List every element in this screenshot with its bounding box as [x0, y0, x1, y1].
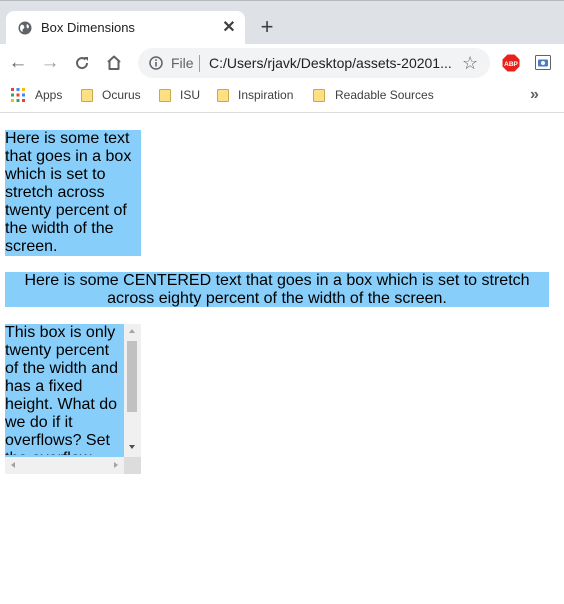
- bookmark-readable-sources[interactable]: Readable Sources: [313, 88, 438, 106]
- scroll-left-icon[interactable]: [11, 462, 15, 468]
- omnibox-divider: [199, 55, 200, 72]
- scroll-overflow-box[interactable]: This box is only twenty percent of the w…: [5, 324, 141, 474]
- folder-icon: [217, 89, 229, 102]
- bookmark-isu[interactable]: ISU: [159, 88, 204, 106]
- forward-arrow-icon[interactable]: →: [39, 52, 61, 74]
- folder-icon: [159, 89, 171, 102]
- scroll-up-icon[interactable]: [129, 329, 135, 333]
- horizontal-scrollbar[interactable]: [5, 457, 124, 474]
- url-text[interactable]: C:/Users/rjavk/Desktop/assets-20201...: [209, 55, 452, 71]
- browser-tab[interactable]: Box Dimensions ✕: [6, 11, 245, 45]
- twenty-percent-box: Here is some text that goes in a box whi…: [5, 130, 141, 256]
- scroll-right-icon[interactable]: [114, 462, 118, 468]
- bookmark-label: ISU: [180, 88, 201, 102]
- scroll-down-icon[interactable]: [129, 445, 135, 449]
- home-icon[interactable]: [105, 54, 123, 72]
- folder-icon: [313, 89, 325, 102]
- apps-grid-icon: [11, 88, 25, 102]
- tab-strip: Box Dimensions ✕ +: [0, 0, 564, 45]
- scrollbar-corner: [124, 457, 141, 474]
- bookmark-label: Apps: [35, 88, 63, 102]
- vertical-scrollbar[interactable]: [124, 324, 141, 457]
- bookmark-label: Ocurus: [102, 88, 141, 102]
- centered-eighty-percent-box: Here is some CENTERED text that goes in …: [5, 272, 549, 307]
- toolbar: ← → File C:/Users/rjavk/Desktop/assets-2…: [0, 44, 564, 82]
- bookmark-inspiration[interactable]: Inspiration: [217, 88, 302, 106]
- tab-close-icon[interactable]: ✕: [220, 19, 238, 37]
- bookmarks-bar: Apps Ocurus ISU Inspiration Readable Sou…: [0, 82, 564, 113]
- back-arrow-icon[interactable]: ←: [7, 52, 29, 74]
- bookmark-ocurus[interactable]: Ocurus: [81, 88, 146, 106]
- abp-label: ABP: [504, 61, 518, 68]
- bookmark-label: Readable Sources: [335, 88, 434, 102]
- reload-icon[interactable]: [73, 54, 91, 72]
- bookmark-label: Inspiration: [238, 88, 294, 102]
- scrollbar-thumb[interactable]: [127, 341, 137, 412]
- bookmark-star-icon[interactable]: ☆: [462, 53, 478, 74]
- info-icon[interactable]: [149, 56, 163, 70]
- globe-icon: [18, 21, 32, 35]
- address-bar[interactable]: File C:/Users/rjavk/Desktop/assets-20201…: [138, 48, 490, 78]
- adblock-plus-icon[interactable]: ABP: [502, 54, 520, 72]
- new-tab-button[interactable]: +: [256, 16, 278, 39]
- bookmark-apps[interactable]: Apps: [11, 88, 71, 106]
- file-scheme-label: File: [171, 55, 194, 71]
- tab-title: Box Dimensions: [41, 20, 135, 35]
- folder-icon: [81, 89, 93, 102]
- scroll-box-text: This box is only twenty percent of the w…: [5, 324, 118, 455]
- camera-extension-icon[interactable]: [535, 55, 551, 70]
- bookmarks-overflow-icon[interactable]: »: [530, 86, 539, 104]
